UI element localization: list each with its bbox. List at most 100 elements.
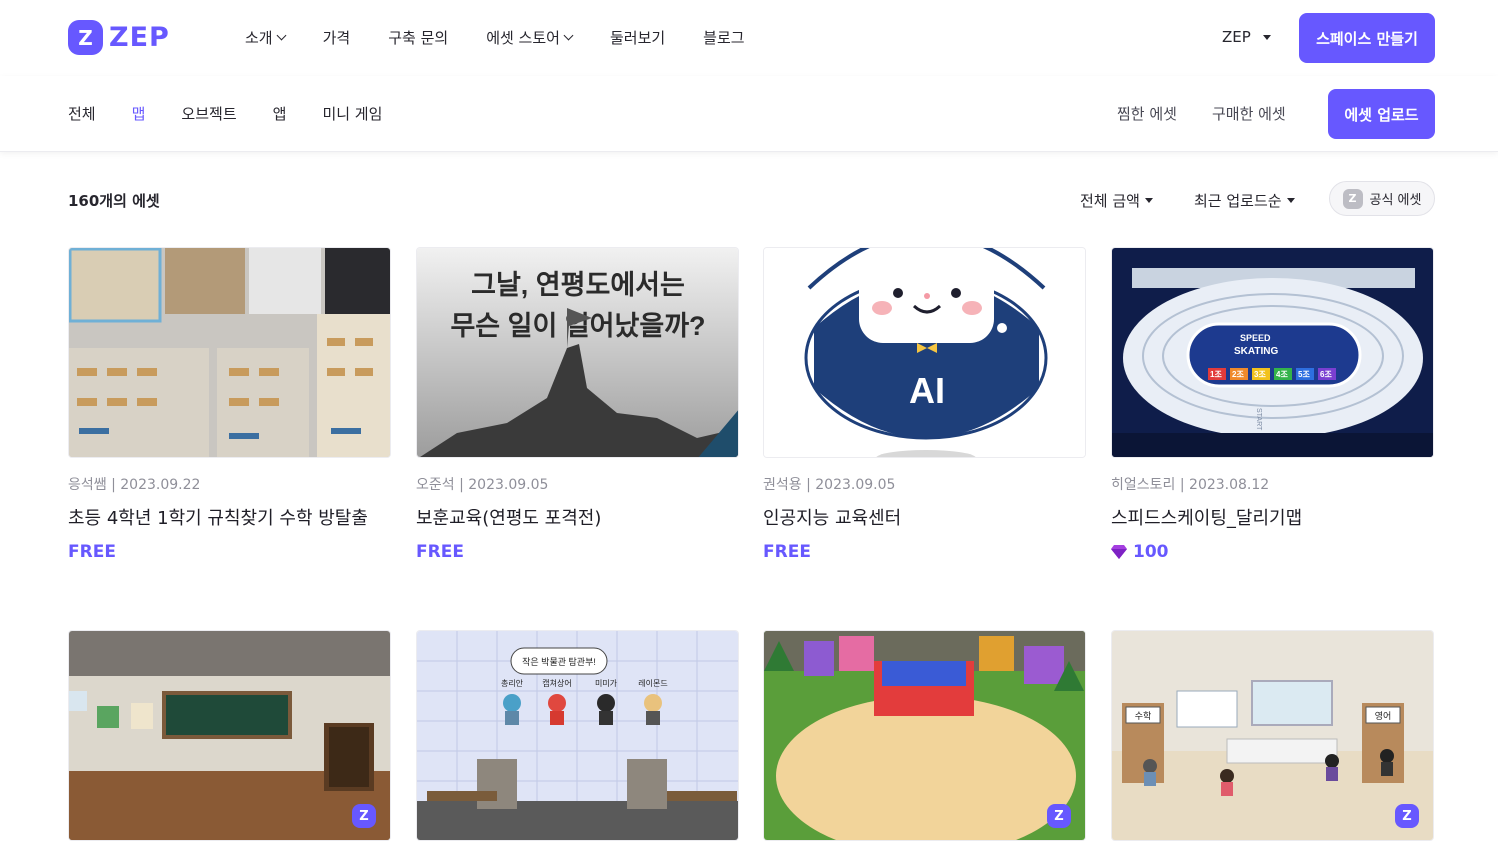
asset-card[interactable]: Z — [763, 630, 1086, 841]
purchased-assets-link[interactable]: 구매한 에셋 — [1212, 103, 1286, 124]
author-name: 오준석 — [416, 477, 455, 493]
asset-title: 인공지능 교육센터 — [763, 508, 902, 529]
official-label: 공식 에셋 — [1369, 193, 1422, 208]
nav-label: 둘러보기 — [609, 29, 666, 47]
zep-official-badge-icon: Z — [352, 804, 376, 828]
author-name: 권석용 — [763, 477, 802, 493]
classroom-thumbnail — [69, 631, 390, 840]
asset-meta: 오준석 | 2023.09.05 — [416, 477, 549, 493]
nav-item-pricing[interactable]: 가격 — [323, 27, 351, 48]
category-tabs: 전체 맵 오브젝트 앱 미니 게임 — [68, 103, 418, 124]
asset-card[interactable]: 그날, 연평도에서는 무슨 일이 일어났을까? 오준석 | 2023.09.05… — [416, 247, 739, 562]
start-text: START — [1255, 408, 1262, 431]
asset-card[interactable]: 수학 영어 Z — [1111, 630, 1434, 841]
nav-item-explore[interactable]: 둘러보기 — [610, 27, 665, 48]
asset-thumbnail: AI — [763, 247, 1086, 458]
zep-logo-icon: Z — [68, 20, 103, 55]
nav-label: 블로그 — [703, 29, 745, 47]
skating-text: SKATING — [1234, 346, 1278, 357]
official-assets-toggle[interactable]: Z 공식 에셋 — [1329, 181, 1435, 216]
upload-date: 2023.09.05 — [815, 477, 896, 493]
asset-links: 찜한 에셋 구매한 에셋 — [1117, 103, 1321, 124]
create-space-button[interactable]: 스페이스 만들기 — [1299, 13, 1435, 63]
author-name: 히얼스토리 — [1111, 477, 1176, 493]
nav-item-asset-store[interactable]: 에셋 스토어 — [486, 27, 574, 48]
asset-thumbnail: 그날, 연평도에서는 무슨 일이 일어났을까? — [416, 247, 739, 458]
festival-thumbnail — [764, 631, 1085, 840]
group-2-label: 2조 — [1232, 370, 1244, 379]
asset-card[interactable]: 응석쌤 | 2023.09.22 초등 4학년 1학기 규칙찾기 수학 방탈출 … — [68, 247, 391, 562]
asset-title: 초등 4학년 1학기 규칙찾기 수학 방탈출 — [68, 508, 368, 529]
character-name: 총리안 — [501, 678, 524, 688]
nav-label: 에셋 스토어 — [486, 29, 560, 47]
asset-card[interactable]: AI 권석용 | 2023.09.05 인공지능 교육센터 FREE — [763, 247, 1086, 562]
main-nav: 소개 가격 구축 문의 에셋 스토어 둘러보기 블로그 — [245, 27, 783, 48]
asset-thumbnail: 작은 박물관 탐관부! 총리안 캡쳐상어 미미가 레이몬드 — [416, 630, 739, 841]
english-room-sign: 영어 — [1375, 711, 1392, 721]
sort-label: 최근 업로드순 — [1194, 192, 1282, 210]
asset-card[interactable]: SPEED SKATING 1조 2조 3조 4조 5조 6조 START 히얼… — [1111, 247, 1434, 562]
classroom-map-thumbnail — [69, 248, 390, 457]
sort-dropdown[interactable]: 최근 업로드순 — [1194, 190, 1295, 211]
caret-down-icon — [1286, 198, 1295, 203]
asset-card[interactable]: 작은 박물관 탐관부! 총리안 캡쳐상어 미미가 레이몬드 — [416, 630, 739, 841]
asset-price: FREE — [763, 542, 1086, 562]
asset-thumbnail: Z — [763, 630, 1086, 841]
asset-card[interactable]: Z — [68, 630, 391, 841]
chevron-down-icon — [276, 30, 287, 41]
asset-count: 160개의 에셋 — [68, 192, 160, 210]
upload-date: 2023.09.05 — [468, 477, 549, 493]
nav-item-blog[interactable]: 블로그 — [703, 27, 744, 48]
nav-label: 소개 — [245, 29, 273, 47]
nav-label: 구축 문의 — [388, 29, 449, 47]
top-navigation-bar: Z ZEP 소개 가격 구축 문의 에셋 스토어 둘러보기 블로그 ZEP 스페… — [0, 0, 1498, 76]
thumbnail-headline-1: 그날, 연평도에서는 — [471, 270, 685, 300]
character-name: 레이몬드 — [638, 678, 667, 688]
tab-mini-game[interactable]: 미니 게임 — [322, 103, 382, 124]
nav-label: 가격 — [322, 29, 351, 47]
tab-all[interactable]: 전체 — [68, 103, 96, 124]
asset-price: FREE — [68, 542, 391, 562]
asset-title: 보훈교육(연평도 포격전) — [416, 508, 602, 529]
price-filter-dropdown[interactable]: 전체 금액 — [1080, 190, 1153, 211]
character-name: 미미가 — [595, 679, 618, 688]
caret-down-icon — [1262, 34, 1271, 40]
zep-logo-text: ZEP — [109, 22, 170, 53]
price-label: FREE — [68, 542, 116, 562]
asset-price: 100 — [1111, 542, 1434, 562]
group-3-label: 3조 — [1254, 370, 1266, 379]
gem-icon — [1111, 545, 1127, 559]
tab-object[interactable]: 오브젝트 — [181, 103, 236, 124]
upload-asset-button[interactable]: 에셋 업로드 — [1328, 89, 1435, 139]
ai-label: AI — [909, 370, 945, 411]
asset-title: 스피드스케이팅_달리기맵 — [1111, 508, 1303, 529]
museum-thumbnail: 작은 박물관 탐관부! 총리안 캡쳐상어 미미가 레이몬드 — [417, 631, 738, 840]
nav-item-intro[interactable]: 소개 — [245, 27, 287, 48]
tab-app[interactable]: 앱 — [273, 103, 287, 124]
speech-bubble-text: 작은 박물관 탐관부! — [522, 656, 596, 667]
nav-item-build-inquiry[interactable]: 구축 문의 — [388, 27, 448, 48]
zep-logo[interactable]: Z ZEP — [68, 20, 170, 55]
asset-meta: 응석쌤 | 2023.09.22 — [68, 477, 201, 493]
asset-meta: 권석용 | 2023.09.05 — [763, 477, 896, 493]
language-selector[interactable]: ZEP — [1222, 28, 1271, 46]
chevron-down-icon — [563, 30, 574, 41]
asset-category-bar: 전체 맵 오브젝트 앱 미니 게임 찜한 에셋 구매한 에셋 에셋 업로드 — [0, 76, 1498, 152]
asset-meta: 히얼스토리 | 2023.08.12 — [1111, 477, 1270, 493]
yeonpyeong-thumbnail: 그날, 연평도에서는 무슨 일이 일어났을까? — [417, 248, 738, 457]
group-1-label: 1조 — [1210, 370, 1222, 379]
zep-official-badge-icon: Z — [1047, 804, 1071, 828]
character-name: 캡쳐상어 — [542, 678, 571, 688]
liked-assets-link[interactable]: 찜한 에셋 — [1117, 103, 1177, 124]
price-filter-label: 전체 금액 — [1080, 192, 1140, 210]
asset-thumbnail: Z — [68, 630, 391, 841]
upload-date: 2023.09.22 — [120, 477, 201, 493]
price-label: FREE — [763, 542, 811, 562]
speed-text: SPEED — [1240, 333, 1271, 343]
school-hallway-thumbnail: 수학 영어 — [1112, 631, 1433, 840]
tab-map[interactable]: 맵 — [132, 103, 146, 124]
math-room-sign: 수학 — [1135, 711, 1152, 721]
zep-official-badge-icon: Z — [1395, 804, 1419, 828]
group-5-label: 5조 — [1298, 370, 1310, 379]
price-label: FREE — [416, 542, 464, 562]
